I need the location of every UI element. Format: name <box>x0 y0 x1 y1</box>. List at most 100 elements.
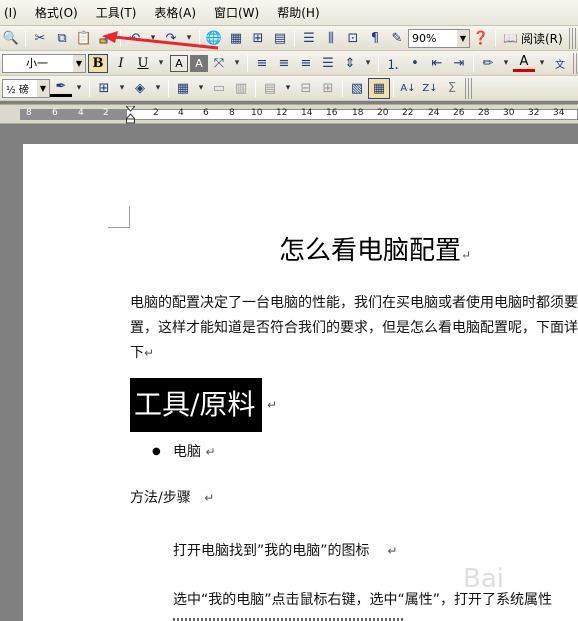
ruler-number: 22 <box>402 108 414 118</box>
justify-icon[interactable]: ☰ <box>317 53 339 74</box>
bullet-item[interactable]: 电脑 ↵ <box>173 441 216 461</box>
undo-icon[interactable]: ↶ <box>124 28 146 49</box>
ruler-number: 16 <box>326 108 338 118</box>
insert-table-dropdown-icon[interactable]: ▾ <box>194 78 208 99</box>
method-heading[interactable]: 方法/步骤 ↵ <box>130 487 214 507</box>
underline-dropdown-icon[interactable]: ▾ <box>154 53 168 74</box>
paragraph-mark-icon: ↵ <box>387 544 398 558</box>
toolbar-separator <box>473 54 474 72</box>
char-scale-dropdown-icon[interactable]: ▾ <box>230 53 244 74</box>
split-cells-icon[interactable]: ▥ <box>230 78 252 99</box>
cell-align-icon[interactable]: ▤ <box>259 78 281 99</box>
intro-line-2[interactable]: 置，这样才能知道是否符合我们的要求，但是怎么看电脑配置呢，下面详细 <box>130 317 578 337</box>
read-button[interactable]: 📖 阅读(R) <box>499 28 567 49</box>
toolbar-grip[interactable] <box>465 77 473 99</box>
show-hide-icon[interactable]: ¶ <box>364 28 386 49</box>
format-painter-icon[interactable] <box>95 28 117 49</box>
align-right-icon[interactable]: ≡ <box>295 53 317 74</box>
columns-icon[interactable]: ☰ <box>298 28 320 49</box>
font-color-dropdown-icon[interactable]: ▾ <box>535 53 549 74</box>
toolbar-grip[interactable] <box>573 52 578 74</box>
phonetic-guide-icon[interactable]: 文 <box>549 53 571 74</box>
ruler-number: 30 <box>503 108 515 118</box>
highlight-icon[interactable]: ✏ <box>477 53 499 74</box>
align-center-icon[interactable]: ≡ <box>273 53 295 74</box>
border-dropdown-icon[interactable]: ▾ <box>115 78 129 99</box>
border-color-dropdown-icon[interactable]: ▾ <box>72 78 86 99</box>
help-icon[interactable]: ❓ <box>470 28 492 49</box>
line-weight-select[interactable]: ½ 磅 ▼ <box>2 78 50 98</box>
paragraph-mark-icon: ↵ <box>267 398 278 412</box>
ruler-number: 4 <box>78 108 84 118</box>
intro-line-3[interactable]: 下↵ <box>130 342 154 362</box>
shading-dropdown-icon[interactable]: ▾ <box>151 78 165 99</box>
ruler-number: 24 <box>428 108 440 118</box>
autosum-icon[interactable]: Σ <box>441 78 463 99</box>
document-page[interactable]: 怎么看电脑配置↵ 电脑的配置决定了一台电脑的性能，我们在买电脑或者使用电脑时都须… <box>23 144 578 621</box>
zoom-icon[interactable]: ✎ <box>386 28 408 49</box>
line-weight-value: ½ 磅 <box>6 84 29 96</box>
drawing-icon[interactable]: ⫼ <box>320 28 342 49</box>
toolbar-separator <box>378 54 379 72</box>
standard-toolbar: 🔍 ✂ ⧉ 📋 ↶ ▾ ↷ ▾ 🌐 ▦ ⊞ ▤ ☰ ⫼ ⊡ ¶ ✎ 90% ▼ … <box>0 26 578 51</box>
insert-table-icon[interactable]: ⊞ <box>247 28 269 49</box>
toolbar-separator <box>89 79 90 97</box>
distribute-rows-icon[interactable]: ⊟ <box>295 78 317 99</box>
insert-table-icon[interactable]: ▦ <box>172 78 194 99</box>
italic-button[interactable]: I <box>110 53 132 74</box>
menu-table[interactable]: 表格(A) <box>145 2 205 24</box>
indent-marker-icon[interactable] <box>126 106 135 124</box>
print-preview-icon[interactable]: 🔍 <box>0 28 22 49</box>
horizontal-ruler[interactable]: 8 6 4 2 2 4 6 8 10 12 14 16 18 20 22 24 … <box>0 104 578 124</box>
cell-align-dropdown-icon[interactable]: ▾ <box>281 78 295 99</box>
char-shading-icon[interactable]: A <box>190 54 208 72</box>
redo-dropdown-icon[interactable]: ▾ <box>182 28 196 49</box>
merge-cells-icon[interactable]: ▭ <box>208 78 230 99</box>
char-scale-icon[interactable]: ⤧ <box>208 53 230 74</box>
border-color-icon[interactable]: ✒ <box>50 79 72 97</box>
decrease-indent-icon[interactable]: ⇤ <box>426 53 448 74</box>
zoom-select[interactable]: 90% ▼ <box>408 28 470 48</box>
document-map-icon[interactable]: ⊡ <box>342 28 364 49</box>
cut-icon[interactable]: ✂ <box>29 28 51 49</box>
section-heading[interactable]: 工具/原料 <box>134 383 255 423</box>
highlight-dropdown-icon[interactable]: ▾ <box>499 53 513 74</box>
intro-line-1[interactable]: 电脑的配置决定了一台电脑的性能，我们在买电脑或者使用电脑时都须要了 <box>130 292 578 312</box>
menu-tools[interactable]: 工具(T) <box>87 2 146 24</box>
font-color-icon[interactable]: A <box>513 54 535 72</box>
ruler-number: 2 <box>103 108 109 118</box>
line-spacing-icon[interactable]: ⇕ <box>339 53 361 74</box>
menu-window[interactable]: 窗口(W) <box>205 2 268 24</box>
char-border-icon[interactable]: A <box>170 54 188 72</box>
toolbar-grip[interactable] <box>568 27 577 49</box>
menu-insert[interactable]: (I) <box>0 2 26 24</box>
increase-indent-icon[interactable]: ⇥ <box>448 53 470 74</box>
document-title[interactable]: 怎么看电脑配置↵ <box>279 230 471 267</box>
paste-icon[interactable]: 📋 <box>73 28 95 49</box>
shading-color-icon[interactable]: ◈ <box>129 78 151 99</box>
numbering-icon[interactable]: ⒈ <box>382 53 404 74</box>
font-size-select[interactable]: 小一 ▼ <box>2 53 86 73</box>
bullets-icon[interactable]: • <box>404 53 426 74</box>
line-spacing-dropdown-icon[interactable]: ▾ <box>361 53 375 74</box>
menu-format[interactable]: 格式(O) <box>26 2 87 24</box>
tables-borders-icon[interactable]: ▦ <box>225 28 247 49</box>
align-left-icon[interactable]: ≡ <box>251 53 273 74</box>
show-gridlines-icon[interactable]: ▦ <box>368 77 390 99</box>
redo-icon[interactable]: ↷ <box>160 28 182 49</box>
sort-ascending-icon[interactable]: A↓ <box>397 78 419 99</box>
copy-icon[interactable]: ⧉ <box>51 28 73 49</box>
distribute-columns-icon[interactable]: ⊞ <box>317 78 339 99</box>
hyperlink-icon[interactable]: 🌐 <box>203 28 225 49</box>
undo-dropdown-icon[interactable]: ▾ <box>146 28 160 49</box>
bold-button[interactable]: B <box>88 53 108 73</box>
insert-excel-icon[interactable]: ▤ <box>269 28 291 49</box>
outside-border-icon[interactable]: ⊞ <box>93 78 115 99</box>
menu-help[interactable]: 帮助(H) <box>268 2 328 24</box>
underline-button[interactable]: U <box>132 53 154 74</box>
table-autoformat-icon[interactable]: ▧ <box>346 78 368 99</box>
step-1[interactable]: 打开电脑找到”我的电脑”的图标 ↵ <box>173 540 397 560</box>
toolbar-separator <box>342 79 343 97</box>
sort-descending-icon[interactable]: Z↓ <box>419 78 441 99</box>
ruler-number: 34 <box>553 108 565 118</box>
